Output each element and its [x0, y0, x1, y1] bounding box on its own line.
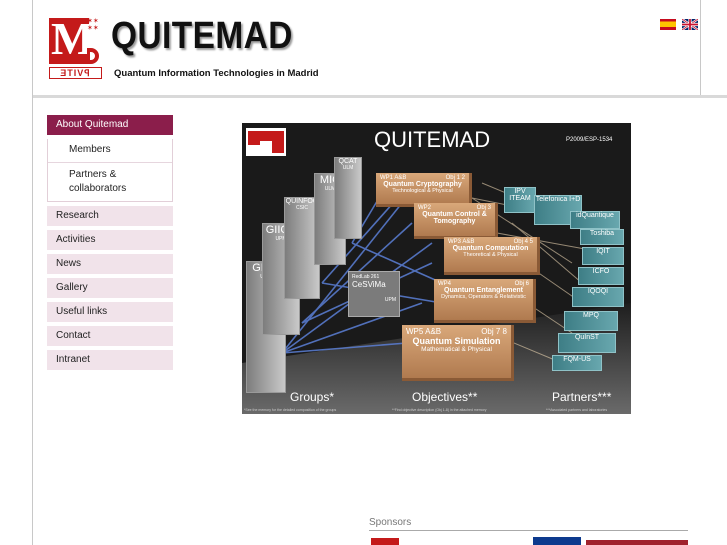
nav-item-gallery[interactable]: Gallery — [47, 278, 173, 302]
cesvima-box: RedLab 261 CeSViMa UPM — [348, 271, 400, 317]
logo-stars-icon: ✶✶ ✶✶ — [87, 18, 99, 32]
sponsor-logo-other[interactable] — [586, 540, 688, 545]
note-groups: *See the memory for the detailed composi… — [244, 408, 337, 412]
section-objectives: Objectives** — [412, 390, 478, 404]
note-partners: ***Associated partners and laboratories — [546, 408, 608, 412]
diagram-code: P2009/ESP-1534 — [566, 137, 613, 143]
sidebar-nav: About Quitemad Members Partners & collab… — [47, 115, 173, 374]
header-right-border — [700, 0, 701, 96]
objective-wp1: WP1 A&B Obj 1 2 Quantum Cryptography Tech… — [376, 173, 472, 207]
nav-item-about[interactable]: About Quitemad — [47, 115, 173, 139]
english-flag-icon[interactable] — [682, 19, 698, 30]
nav-item-contact[interactable]: Contact — [47, 326, 173, 350]
partner-icfo: ICFO — [578, 267, 624, 285]
site-title: QUITEMAD — [111, 15, 293, 57]
group-qcat-ulm: QCAT ULM — [334, 157, 362, 239]
partner-toshiba: Toshiba — [580, 229, 624, 245]
partner-fqm-us: FQM-US — [552, 355, 602, 371]
nav-item-activities[interactable]: Activities — [47, 230, 173, 254]
about-submenu: Members Partners & collaborators — [47, 139, 173, 202]
nav-item-useful-links[interactable]: Useful links — [47, 302, 173, 326]
section-partners: Partners*** — [552, 390, 612, 404]
diagram-logo — [246, 128, 286, 156]
objective-wp3: WP3 A&B Obj 4 5 Quantum Computation Theor… — [444, 237, 540, 275]
sponsor-logo-eu[interactable] — [533, 537, 581, 545]
nav-item-news[interactable]: News — [47, 254, 173, 278]
diagram-title: QUITEMAD — [374, 127, 491, 152]
logo-bottom-text: ƎTIVꟼ — [49, 67, 102, 79]
site-logo[interactable]: M ✶✶ ✶✶ ƎTIVꟼ — [49, 14, 102, 80]
sponsors-label: Sponsors — [369, 517, 412, 528]
nav-item-research[interactable]: Research — [47, 206, 173, 230]
section-groups: Groups* — [290, 390, 335, 404]
partner-idquantique: idQuantique — [570, 211, 620, 229]
note-objectives: **Find objective description (Obj 1-8) i… — [392, 408, 487, 412]
quitemad-diagram-image: QUITEMAD P2009/ESP-1534 GICCUCM GIICCUPM… — [242, 123, 631, 414]
nav-item-intranet[interactable]: Intranet — [47, 350, 173, 374]
objective-wp5: WP5 A&B Obj 7 8 Quantum Simulation Mathem… — [402, 325, 514, 381]
spanish-flag-icon[interactable] — [660, 19, 676, 30]
partner-iqit: IQIT — [582, 247, 624, 265]
subnav-item-members[interactable]: Members — [48, 139, 172, 163]
partner-ipv-iteam: IPV ITEAM — [504, 187, 536, 213]
sponsors-divider — [369, 530, 688, 531]
objective-wp2: WP2 Obj 3 Quantum Control & Tomography — [414, 203, 498, 239]
objective-wp4: WP4 Obj 6 Quantum Entanglement Dynamics, … — [434, 279, 536, 323]
logo-d-shape — [87, 48, 99, 64]
site-subtitle: Quantum Information Technologies in Madr… — [114, 68, 319, 79]
header-divider — [33, 95, 727, 98]
partner-iqoqi: IQOQI — [572, 287, 624, 307]
partner-mpq: MPQ — [564, 311, 618, 331]
logo-m-block: M — [49, 14, 94, 64]
partner-quinst: QuInST — [558, 333, 616, 353]
subnav-item-partners[interactable]: Partners & collaborators — [48, 163, 172, 201]
sponsor-logo-madrid[interactable] — [371, 538, 399, 545]
